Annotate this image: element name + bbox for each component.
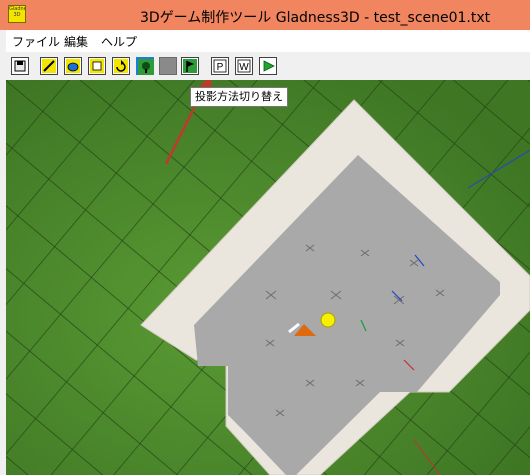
app-window: Gladness 3D 3Dゲーム制作ツール Gladness3D - test… [0,0,530,475]
tree-icon [138,59,154,75]
rotate-button[interactable] [112,57,130,75]
projection-p-icon: P [213,59,227,73]
menu-file[interactable]: ファイル [12,33,60,50]
open-button[interactable] [64,57,82,75]
flag-icon [183,59,197,73]
projection-button[interactable]: P [211,57,229,75]
scene-canvas[interactable] [6,80,530,475]
menu-help[interactable]: ヘルプ [101,33,137,50]
title-bar: Gladness 3D 3Dゲーム制作ツール Gladness3D - test… [0,0,530,30]
tree-button[interactable] [136,57,154,75]
play-icon [263,60,275,72]
tooltip: 投影方法切り替え [190,87,288,107]
new-button[interactable] [40,57,58,75]
blank-icon [160,58,178,76]
w-icon: W [237,59,251,73]
svg-text:W: W [239,62,249,73]
w-button[interactable]: W [235,57,253,75]
play-button[interactable] [259,57,277,75]
svg-text:P: P [217,62,224,73]
window-title: 3Dゲーム制作ツール Gladness3D - test_scene01.txt [140,10,491,26]
add-icon [90,59,104,73]
save-icon [14,60,26,72]
scene-viewport[interactable] [6,80,530,475]
pencil-icon [42,59,56,73]
add-button[interactable] [88,57,106,75]
rotate-icon [114,59,128,73]
open-icon [66,59,80,73]
gray-button[interactable] [159,57,177,75]
flag-button[interactable] [181,57,199,75]
menu-edit[interactable]: 編集 [64,33,88,50]
save-button[interactable] [11,57,29,75]
app-icon[interactable]: Gladness 3D [8,5,26,23]
toolbar: P W [6,52,530,80]
menu-bar: ファイル 編集 ヘルプ [6,30,530,52]
light-sphere[interactable] [320,312,336,328]
